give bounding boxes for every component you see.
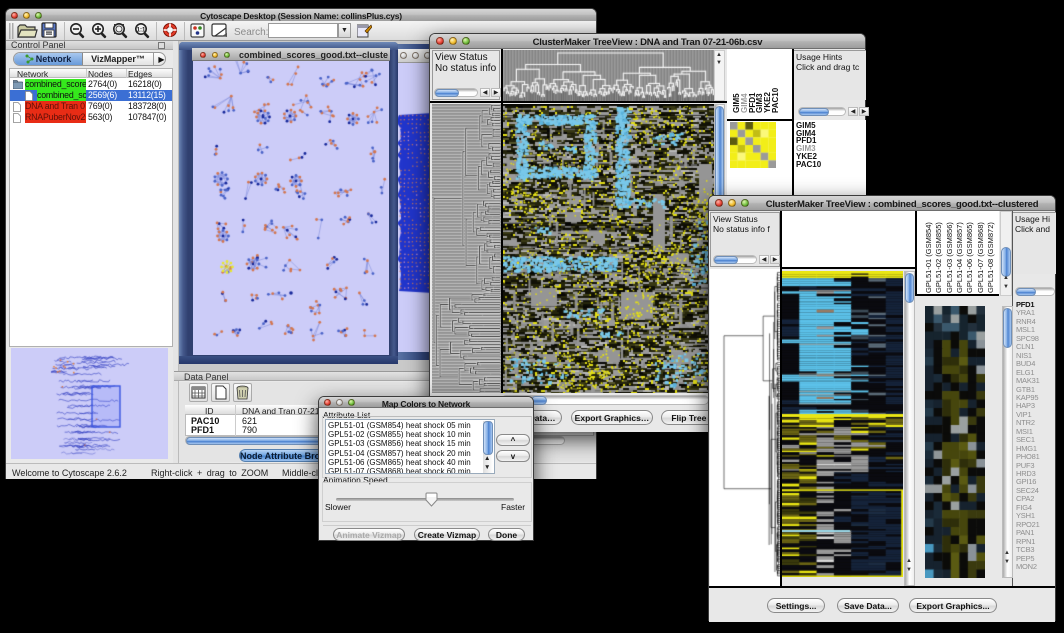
svg-text:1:1: 1:1	[137, 28, 146, 34]
svg-text:Search:: Search:	[234, 27, 268, 38]
